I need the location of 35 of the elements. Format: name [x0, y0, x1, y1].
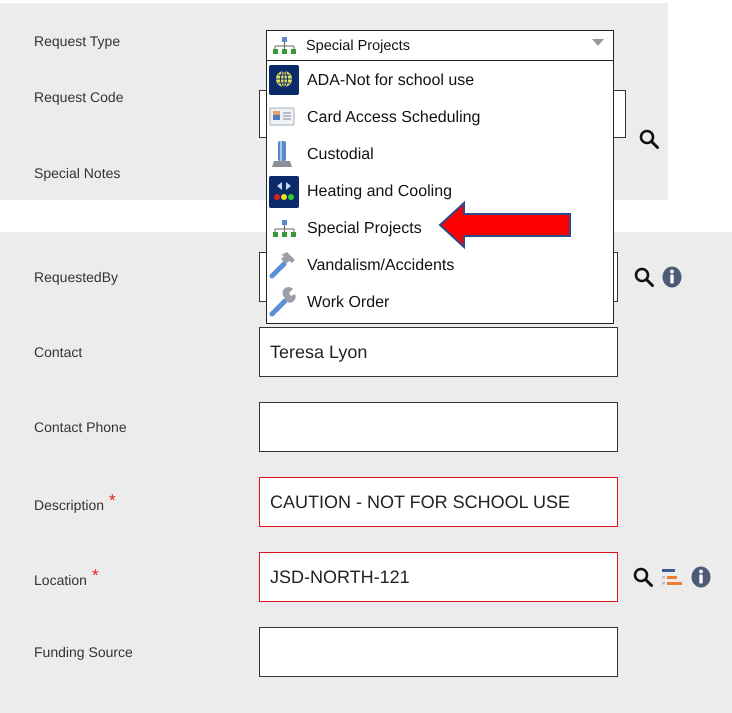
dropdown-option[interactable]: Vandalism/Accidents	[267, 247, 613, 284]
dropdown-option[interactable]: Heating and Cooling	[267, 173, 613, 210]
dropdown-option[interactable]: ADA-Not for school use	[267, 62, 613, 99]
dropdown-caret-icon[interactable]	[592, 39, 604, 47]
field-label: Request Code	[34, 89, 124, 105]
select-field[interactable]: Special Projects	[267, 31, 613, 61]
traffic-light-icon	[268, 176, 300, 208]
input-field[interactable]: Teresa Lyon	[259, 327, 618, 377]
input-field[interactable]: JSD-NORTH-121	[259, 552, 618, 602]
input-field[interactable]	[259, 627, 618, 677]
info-icon[interactable]	[662, 266, 682, 288]
field-label: Location	[34, 572, 87, 588]
field-label: Contact	[34, 344, 82, 360]
required-mark: *	[92, 566, 99, 585]
dropdown-option[interactable]: Work Order	[267, 284, 613, 321]
info-icon[interactable]	[691, 566, 711, 588]
field-label: Description	[34, 497, 104, 513]
required-mark: *	[109, 491, 116, 510]
field-label: Funding Source	[34, 644, 133, 660]
field-label: Request Type	[34, 33, 120, 49]
search-icon[interactable]	[639, 129, 659, 149]
dropdown-option[interactable]: Special Projects	[267, 210, 613, 247]
dropdown-option[interactable]: Card Access Scheduling	[267, 99, 613, 136]
search-icon[interactable]	[633, 567, 653, 587]
globe-icon	[268, 64, 300, 96]
dropdown-option[interactable]: Custodial	[267, 136, 613, 173]
search-icon[interactable]	[634, 267, 654, 287]
input-field[interactable]: CAUTION - NOT FOR SCHOOL USE	[259, 477, 618, 527]
org-chart-icon	[272, 36, 296, 55]
field-label: RequestedBy	[34, 268, 118, 284]
input-field[interactable]	[259, 402, 618, 452]
field-label: Contact Phone	[34, 418, 127, 434]
org-chart-icon	[272, 219, 296, 238]
hierarchy-icon[interactable]	[661, 567, 683, 587]
field-label: Special Notes	[34, 165, 120, 181]
